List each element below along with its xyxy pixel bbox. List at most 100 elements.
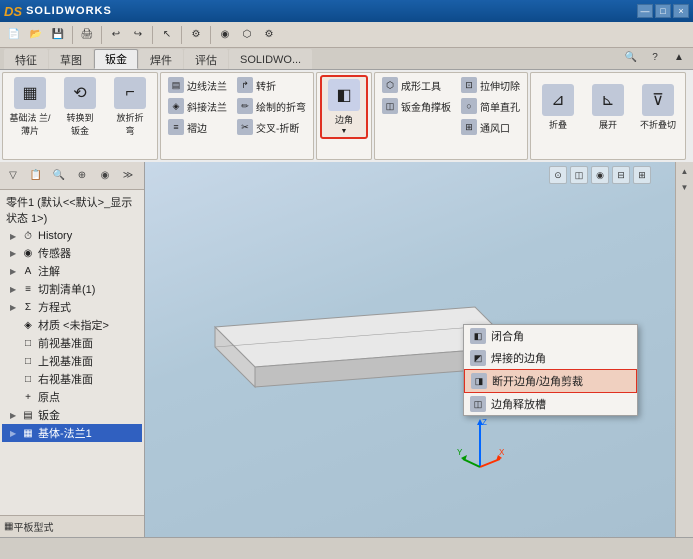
banjinju-icon: ◫ [382, 98, 398, 114]
minimize-button[interactable]: — [637, 4, 653, 18]
tree-icon1[interactable]: 📋 [25, 165, 47, 187]
tree-item-fangcheng[interactable]: ▶ Σ 方程式 [2, 298, 142, 316]
tree-item-chuanganqi[interactable]: ▶ ◉ 传感器 [2, 244, 142, 262]
extra-icon2[interactable]: ⬡ [237, 25, 257, 45]
tree-icon2[interactable]: 🔍 [48, 165, 70, 187]
arrow-icon: ▶ [10, 232, 20, 241]
btn-jiacha[interactable]: ✂ 交叉-折断 [233, 117, 310, 137]
print-icon[interactable]: 🖨 [77, 25, 97, 45]
btn-bianyuanfalan[interactable]: ▤ 边线法兰 [164, 75, 231, 95]
btn-lashen[interactable]: ⊡ 拉伸切除 [457, 75, 524, 95]
btn-xiejie[interactable]: ◈ 斜接法兰 [164, 96, 231, 116]
tree-item-jichufalan[interactable]: ▶ ▦ 基体-法兰1 [2, 424, 142, 442]
btn-jiandankong[interactable]: ○ 简单直孔 [457, 96, 524, 116]
arrow-icon: ▶ [10, 249, 20, 258]
view-display-icon[interactable]: ◫ [570, 166, 588, 184]
flat-pattern-icon: ▦ [4, 521, 13, 532]
options-icon[interactable]: ⚙ [186, 25, 206, 45]
tree-icon4[interactable]: ◉ [94, 165, 116, 187]
redo-icon[interactable]: ↪ [128, 25, 148, 45]
btn-buzhedie[interactable]: ⊽ 不折叠切 [634, 75, 682, 139]
btn-fangzhe[interactable]: ⌐ 放折折弯 [106, 75, 154, 139]
btn-tongfeng[interactable]: ⊞ 通风口 [457, 117, 524, 137]
arrow-icon: ▶ [10, 321, 20, 330]
group-more-content: ⬡ 成形工具 ◫ 钣金角撑板 ⊡ 拉伸切除 ○ 简单直孔 ⊞ [378, 75, 524, 157]
right-plane-icon: □ [21, 372, 35, 386]
group-basic-content: ▦ 基础法 兰/薄片 ⟲ 转换到钣金 ⌐ 放折折弯 [6, 75, 154, 157]
arrow-icon: ▶ [10, 267, 20, 276]
zhedie-icon: ⊿ [542, 84, 574, 116]
tree-root[interactable]: 零件1 (默认<<默认>_显示状态 1>) [2, 192, 142, 228]
tree-item-cailiao[interactable]: ▶ ◈ 材质 <未指定> [2, 316, 142, 334]
dropdown-jiaosfangcao[interactable]: ◫ 边角释放槽 [464, 393, 637, 415]
right-panel: ▲ ▼ [675, 162, 693, 537]
bottom-strip[interactable]: ▦ 平板型式 [0, 515, 144, 537]
btn-zhedie[interactable]: ⊿ 折叠 [534, 75, 582, 139]
new-icon[interactable]: 📄 [4, 25, 24, 45]
close-button[interactable]: × [673, 4, 689, 18]
group-fold-content: ⊿ 折叠 ⊾ 展开 ⊽ 不折叠切 [534, 75, 682, 157]
help-icon[interactable]: ? [645, 47, 665, 67]
btn-huizhi[interactable]: ✏ 绘制的折弯 [233, 96, 310, 116]
tree-icon3[interactable]: ⊕ [71, 165, 93, 187]
tree-item-zhujie[interactable]: ▶ A 注解 [2, 262, 142, 280]
group-bianjiao-content: ◧ 边角 ▼ [320, 75, 368, 157]
tab-sketch[interactable]: 草图 [49, 49, 93, 69]
maximize-button[interactable]: □ [655, 4, 671, 18]
status-bar [0, 537, 693, 559]
extra-icon3[interactable]: ⚙ [259, 25, 279, 45]
search-ribbon-icon[interactable]: 🔍 [621, 47, 641, 67]
tab-solidworks[interactable]: SOLIDWO... [229, 49, 312, 69]
bianyuanfalan-icon: ▤ [168, 77, 184, 93]
window-controls[interactable]: — □ × [637, 4, 689, 18]
btn-zhankai[interactable]: ⊾ 展开 [584, 75, 632, 139]
chengxing-icon: ⬡ [382, 77, 398, 93]
tree-collapse[interactable]: ≫ [117, 165, 139, 187]
filter-icon[interactable]: ▽ [2, 165, 24, 187]
dropdown-hanjiejiao[interactable]: ◩ 焊接的边角 [464, 347, 637, 369]
btn-banjinju[interactable]: ◫ 钣金角撑板 [378, 96, 455, 116]
tree-item-history[interactable]: ▶ ⏱ History [2, 228, 142, 244]
material-icon: ◈ [21, 318, 35, 332]
xiejie-icon: ◈ [168, 98, 184, 114]
svg-text:X: X [499, 448, 505, 457]
save-icon[interactable]: 💾 [48, 25, 68, 45]
select-icon[interactable]: ↖ [157, 25, 177, 45]
tab-evaluate[interactable]: 评估 [184, 49, 228, 69]
tree-item-shangjizhuanmian[interactable]: ▶ □ 上视基准面 [2, 352, 142, 370]
collapse-ribbon-icon[interactable]: ▲ [669, 47, 689, 67]
right-icon1[interactable]: ▲ [678, 164, 692, 178]
btn-zhuanhuan[interactable]: ⟲ 转换到钣金 [56, 75, 104, 139]
ribbon-content: ▦ 基础法 兰/薄片 ⟲ 转换到钣金 ⌐ 放折折弯 ▤ 边线法兰 ◈ [0, 70, 693, 162]
tree-item-qianjizhuanmian[interactable]: ▶ □ 前视基准面 [2, 334, 142, 352]
tree-item-youjizhuanmian[interactable]: ▶ □ 右视基准面 [2, 370, 142, 388]
tree-item-banjin[interactable]: ▶ ▤ 钣金 [2, 406, 142, 424]
tree-item-qiedanqing[interactable]: ▶ ≡ 切割清单(1) [2, 280, 142, 298]
view-extra-icon[interactable]: ⊞ [633, 166, 651, 184]
dropdown-bihejiao[interactable]: ◧ 闭合角 [464, 325, 637, 347]
extra-icon1[interactable]: ◉ [215, 25, 235, 45]
tree-item-yuandian[interactable]: ▶ + 原点 [2, 388, 142, 406]
btn-zhuanzhe[interactable]: ↱ 转折 [233, 75, 310, 95]
open-icon[interactable]: 📂 [26, 25, 46, 45]
ribbon-group-basic: ▦ 基础法 兰/薄片 ⟲ 转换到钣金 ⌐ 放折折弯 [2, 72, 158, 160]
bihejiao-icon: ◧ [470, 328, 486, 344]
viewport: 软件自学网.com ⊙ ◫ ◉ ⊟ ⊞ Z [145, 162, 675, 537]
arrow-icon: ▶ [10, 411, 20, 420]
right-icon2[interactable]: ▼ [678, 180, 692, 194]
equation-icon: Σ [21, 300, 35, 314]
view-orient-icon[interactable]: ⊙ [549, 166, 567, 184]
tab-sheet-metal[interactable]: 钣金 [94, 49, 138, 69]
btn-xiebian[interactable]: ≡ 褶边 [164, 117, 231, 137]
tab-weld[interactable]: 焊件 [139, 49, 183, 69]
btn-bianjiao[interactable]: ◧ 边角 ▼ [320, 75, 368, 139]
tab-features[interactable]: 特征 [4, 49, 48, 69]
view-section-icon[interactable]: ⊟ [612, 166, 630, 184]
tab-right-area: 🔍 ? ▲ [621, 47, 689, 69]
btn-jichufa[interactable]: ▦ 基础法 兰/薄片 [6, 75, 54, 139]
btn-chengxing[interactable]: ⬡ 成形工具 [378, 75, 455, 95]
dropdown-duankaijiao[interactable]: ◨ 断开边角/边角剪裁 [464, 369, 637, 393]
undo-icon[interactable]: ↩ [106, 25, 126, 45]
jiandankong-icon: ○ [461, 98, 477, 114]
view-hide-icon[interactable]: ◉ [591, 166, 609, 184]
